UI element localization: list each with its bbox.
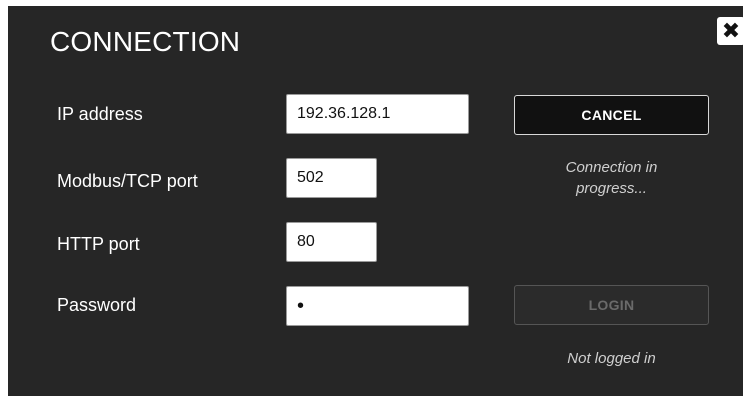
login-status: Not logged in	[567, 350, 656, 367]
login-button[interactable]: LOGIN	[514, 285, 709, 325]
dialog-title: CONNECTION	[50, 26, 241, 57]
connection-status-line1: Connection in	[565, 159, 658, 176]
http-port-input[interactable]	[286, 222, 377, 262]
modbus-port-label: Modbus/TCP port	[57, 171, 198, 191]
modbus-port-input[interactable]	[286, 158, 377, 198]
password-input[interactable]	[286, 286, 469, 326]
password-label: Password	[57, 295, 137, 315]
cancel-button-label: CANCEL	[581, 107, 642, 123]
close-icon: ✖	[721, 18, 741, 43]
ip-address-input[interactable]	[286, 94, 469, 134]
connection-status-line2: progress...	[576, 180, 647, 197]
connection-status: Connection in progress...	[514, 157, 709, 199]
connection-dialog: CONNECTION ✖ IP address Modbus/TCP port …	[8, 6, 745, 396]
login-button-label: LOGIN	[588, 297, 635, 313]
cancel-button[interactable]: CANCEL	[514, 95, 709, 135]
ip-address-label: IP address	[57, 104, 143, 124]
http-port-label: HTTP port	[57, 234, 140, 254]
close-button[interactable]: ✖	[717, 17, 745, 45]
